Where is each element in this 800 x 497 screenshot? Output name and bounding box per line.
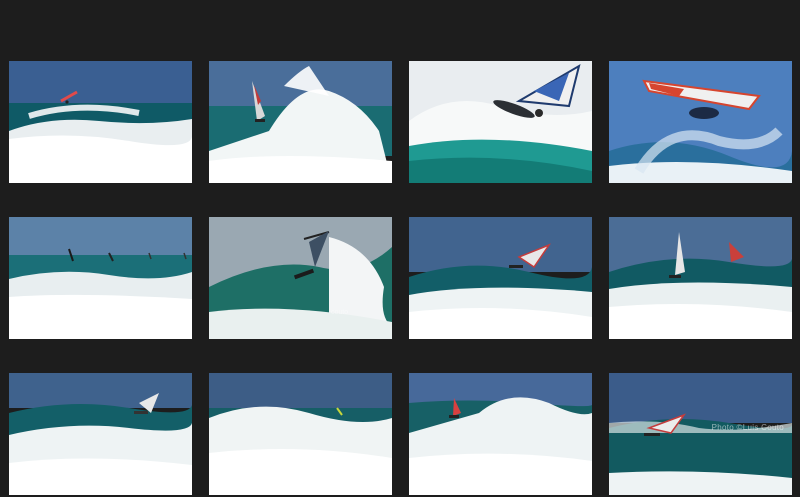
gallery-thumbnail-1[interactable] (9, 61, 192, 183)
gallery-watermark: couto (331, 309, 349, 316)
gallery-thumbnail-8[interactable] (609, 217, 792, 339)
gallery-thumbnail-2[interactable] (209, 61, 392, 183)
gallery-thumbnail-7[interactable] (409, 217, 592, 339)
gallery-watermark: Photo ©Luis Couto (711, 423, 784, 432)
gallery-thumbnail-5[interactable] (9, 217, 192, 339)
gallery-thumbnail-12[interactable]: Photo ©Luis Couto (609, 373, 792, 495)
gallery-thumbnail-11[interactable] (409, 373, 592, 495)
gallery-thumbnail-3[interactable] (409, 61, 592, 183)
gallery-thumbnail-4[interactable] (609, 61, 792, 183)
gallery-thumbnail-9[interactable] (9, 373, 192, 495)
gallery-thumbnail-6[interactable]: couto (209, 217, 392, 339)
photo-gallery: couto Photo ©Luis Couto (0, 0, 800, 497)
gallery-thumbnail-10[interactable] (209, 373, 392, 495)
